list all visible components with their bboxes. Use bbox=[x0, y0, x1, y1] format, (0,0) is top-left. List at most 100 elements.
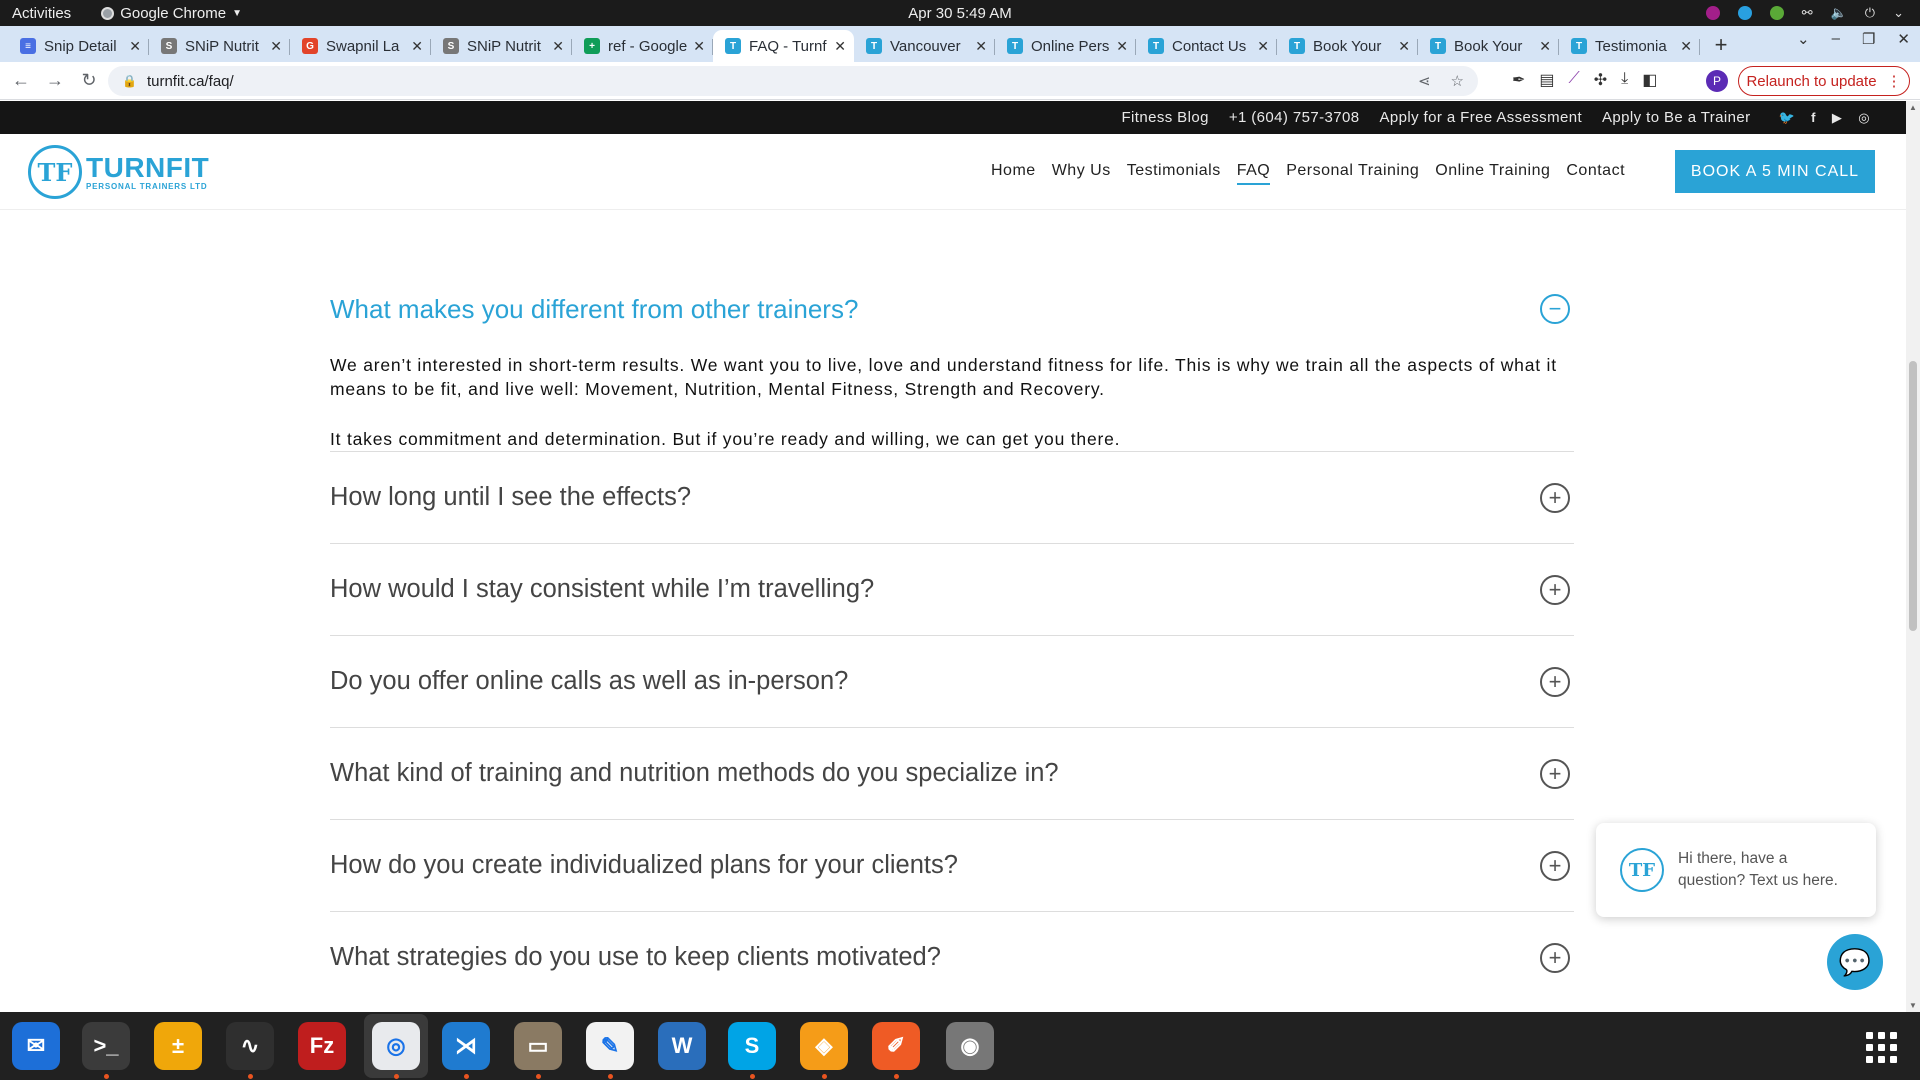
tab-close-icon[interactable]: ✕ bbox=[975, 38, 987, 55]
twitter-icon[interactable]: 🐦 bbox=[1779, 110, 1796, 126]
page-scrollbar[interactable]: ▲ ▼ bbox=[1906, 101, 1920, 1012]
tab-close-icon[interactable]: ✕ bbox=[834, 38, 846, 55]
power-icon[interactable]: ⏻ bbox=[1865, 5, 1875, 21]
minimize-icon[interactable]: – bbox=[1832, 30, 1840, 48]
network-icon[interactable]: ⚯ bbox=[1802, 5, 1813, 21]
tab-close-icon[interactable]: ✕ bbox=[270, 38, 282, 55]
faq-item[interactable]: What kind of training and nutrition meth… bbox=[330, 727, 1574, 819]
tab-close-icon[interactable]: ✕ bbox=[1257, 38, 1269, 55]
brush-extension-icon[interactable]: ⟋ bbox=[1569, 70, 1580, 90]
turnfit-logo[interactable]: TF TURNFIT PERSONAL TRAINERS LTD bbox=[28, 145, 209, 199]
browser-tab[interactable]: + ref - Google ✕ bbox=[572, 30, 713, 62]
browser-tab[interactable]: S SNiP Nutrit ✕ bbox=[431, 30, 572, 62]
expand-plus-icon[interactable]: + bbox=[1540, 942, 1570, 973]
chat-launcher-icon[interactable]: 💬 bbox=[1827, 934, 1883, 990]
chat-prompt-bubble[interactable]: TF Hi there, have a question? Text us he… bbox=[1596, 823, 1876, 917]
dock-app-fire-icon[interactable]: ◈ bbox=[800, 1022, 848, 1070]
chevron-down-icon[interactable]: ⌄ bbox=[1893, 5, 1904, 21]
facebook-icon[interactable]: f bbox=[1811, 110, 1816, 126]
tab-close-icon[interactable]: ✕ bbox=[1680, 38, 1692, 55]
browser-tab[interactable]: T FAQ - Turnf ✕ bbox=[713, 30, 854, 62]
tray-check-icon[interactable] bbox=[1769, 6, 1784, 20]
puzzle-extensions-icon[interactable]: ✣ bbox=[1594, 70, 1607, 90]
nav-faq[interactable]: FAQ bbox=[1236, 162, 1271, 185]
pen-extension-icon[interactable]: ✒ bbox=[1512, 70, 1525, 90]
url-text[interactable]: turnfit.ca/faq/ bbox=[147, 73, 234, 90]
dock-text-editor-icon[interactable]: ✎ bbox=[586, 1022, 634, 1070]
expand-plus-icon[interactable]: + bbox=[1540, 482, 1570, 513]
dock-disk-icon[interactable]: ◉ bbox=[946, 1022, 994, 1070]
app-menu[interactable]: Google Chrome ▼ bbox=[101, 5, 242, 22]
faq-question[interactable]: How would I stay consistent while I’m tr… bbox=[330, 575, 874, 604]
address-bar[interactable]: 🔒 turnfit.ca/faq/ ⋖ ☆ bbox=[108, 66, 1478, 96]
scroll-up-icon[interactable]: ▲ bbox=[1909, 103, 1917, 112]
scrollbar-thumb[interactable] bbox=[1909, 361, 1917, 631]
faq-question-open[interactable]: What makes you different from other trai… bbox=[330, 294, 858, 325]
clock[interactable]: Apr 30 5:49 AM bbox=[908, 5, 1011, 22]
expand-plus-icon[interactable]: + bbox=[1540, 666, 1570, 697]
dock-terminal-icon[interactable]: >_ bbox=[82, 1022, 130, 1070]
browser-tab[interactable]: T Book Your ✕ bbox=[1418, 30, 1559, 62]
faq-question[interactable]: Do you offer online calls as well as in-… bbox=[330, 667, 848, 696]
new-tab-button[interactable]: + bbox=[1706, 30, 1736, 62]
restore-icon[interactable]: ❐ bbox=[1862, 30, 1875, 48]
nav-personal-training[interactable]: Personal Training bbox=[1286, 162, 1419, 185]
faq-item[interactable]: How long until I see the effects? + bbox=[330, 451, 1574, 543]
side-panel-icon[interactable]: ◧ bbox=[1642, 70, 1657, 90]
faq-question[interactable]: What kind of training and nutrition meth… bbox=[330, 759, 1059, 788]
faq-item[interactable]: How would I stay consistent while I’m tr… bbox=[330, 543, 1574, 635]
browser-tab[interactable]: T Contact Us ✕ bbox=[1136, 30, 1277, 62]
browser-tab[interactable]: T Book Your ✕ bbox=[1277, 30, 1418, 62]
phone-link[interactable]: +1 (604) 757-3708 bbox=[1229, 109, 1360, 126]
tray-app-icon[interactable] bbox=[1705, 6, 1720, 20]
activities-button[interactable]: Activities bbox=[12, 5, 71, 22]
show-apps-icon[interactable] bbox=[1866, 1032, 1897, 1063]
browser-tab[interactable]: T Vancouver ✕ bbox=[854, 30, 995, 62]
share-icon[interactable]: ⋖ bbox=[1418, 72, 1431, 90]
scroll-down-icon[interactable]: ▼ bbox=[1909, 1001, 1917, 1010]
tab-close-icon[interactable]: ✕ bbox=[411, 38, 423, 55]
tab-search-icon[interactable]: ⌄ bbox=[1797, 30, 1810, 48]
tab-close-icon[interactable]: ✕ bbox=[1116, 38, 1128, 55]
back-icon[interactable]: ← bbox=[8, 70, 34, 91]
forward-icon[interactable]: → bbox=[42, 70, 68, 91]
dock-skype-icon[interactable]: S bbox=[728, 1022, 776, 1070]
dock-thunderbird-icon[interactable]: ✉ bbox=[12, 1022, 60, 1070]
dock-vscode-icon[interactable]: ⋊ bbox=[442, 1022, 490, 1070]
fitness-blog-link[interactable]: Fitness Blog bbox=[1121, 109, 1208, 126]
tray-sync-icon[interactable] bbox=[1737, 6, 1752, 20]
browser-tab[interactable]: S SNiP Nutrit ✕ bbox=[149, 30, 290, 62]
expand-plus-icon[interactable]: + bbox=[1540, 758, 1570, 789]
collapse-minus-icon[interactable]: − bbox=[1540, 294, 1570, 324]
browser-tab[interactable]: G Swapnil La ✕ bbox=[290, 30, 431, 62]
nav-home[interactable]: Home bbox=[991, 162, 1036, 185]
faq-item[interactable]: Do you offer online calls as well as in-… bbox=[330, 635, 1574, 727]
volume-icon[interactable]: 🔈 bbox=[1831, 5, 1847, 21]
free-assessment-link[interactable]: Apply for a Free Assessment bbox=[1379, 109, 1582, 126]
book-call-button[interactable]: BOOK A 5 MIN CALL bbox=[1675, 150, 1875, 193]
download-icon[interactable]: ⤓ bbox=[1621, 70, 1628, 90]
tab-close-icon[interactable]: ✕ bbox=[693, 38, 705, 55]
faq-question[interactable]: How long until I see the effects? bbox=[330, 483, 691, 512]
nav-testimonials[interactable]: Testimonials bbox=[1127, 162, 1221, 185]
nav-online-training[interactable]: Online Training bbox=[1435, 162, 1550, 185]
tab-close-icon[interactable]: ✕ bbox=[1398, 38, 1410, 55]
relaunch-update-button[interactable]: Relaunch to update ⋮ bbox=[1738, 66, 1910, 96]
dock-libreoffice-writer-icon[interactable]: W bbox=[658, 1022, 706, 1070]
faq-question[interactable]: How do you create individualized plans f… bbox=[330, 851, 958, 880]
browser-tab[interactable]: T Online Pers ✕ bbox=[995, 30, 1136, 62]
browser-tab[interactable]: T Testimonia ✕ bbox=[1559, 30, 1700, 62]
dock-calculator-icon[interactable]: ± bbox=[154, 1022, 202, 1070]
system-tray[interactable]: ⚯ 🔈 ⏻ ⌄ bbox=[1705, 5, 1904, 21]
nav-contact[interactable]: Contact bbox=[1566, 162, 1625, 185]
faq-item-open[interactable]: What makes you different from other trai… bbox=[330, 283, 1574, 335]
tab-close-icon[interactable]: ✕ bbox=[1539, 38, 1551, 55]
dock-chrome-icon[interactable]: ◎ bbox=[372, 1022, 420, 1070]
faq-item[interactable]: How do you create individualized plans f… bbox=[330, 819, 1574, 911]
dock-files-icon[interactable]: ▭ bbox=[514, 1022, 562, 1070]
reload-icon[interactable]: ↻ bbox=[76, 70, 102, 91]
nav-why-us[interactable]: Why Us bbox=[1052, 162, 1111, 185]
tab-close-icon[interactable]: ✕ bbox=[552, 38, 564, 55]
dock-postman-icon[interactable]: ✐ bbox=[872, 1022, 920, 1070]
dock-system-monitor-icon[interactable]: ∿ bbox=[226, 1022, 274, 1070]
